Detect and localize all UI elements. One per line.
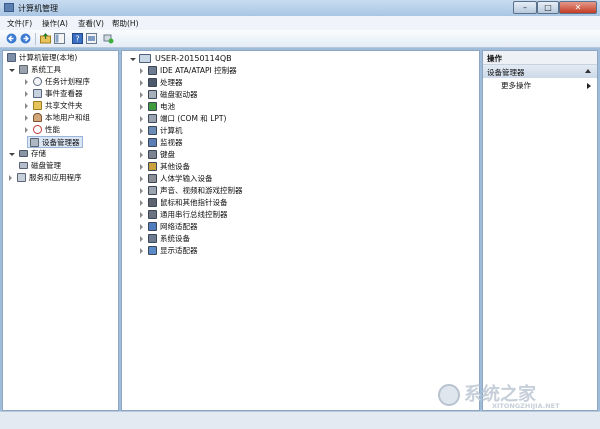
collapse-triangle-icon[interactable]: [9, 69, 15, 72]
expand-triangle-icon[interactable]: [25, 103, 28, 109]
properties-icon[interactable]: [86, 33, 97, 44]
actions-section-device-manager[interactable]: 设备管理器: [483, 65, 597, 78]
storage-icon: [19, 150, 28, 157]
refresh-icon[interactable]: [103, 33, 114, 44]
window-title: 计算机管理: [18, 4, 58, 13]
expand-triangle-icon[interactable]: [140, 116, 143, 122]
computer-management-window: 计算机管理 – □ ✕ 文件(F) 操作(A) 查看(V) 帮助(H) ? 计算…: [0, 0, 600, 429]
menu-help[interactable]: 帮助(H): [112, 18, 139, 29]
keyboard-icon: [148, 150, 157, 159]
expand-triangle-icon[interactable]: [140, 68, 143, 74]
expand-triangle-icon[interactable]: [140, 140, 143, 146]
minimize-button[interactable]: –: [513, 1, 537, 14]
menu-bar: 文件(F) 操作(A) 查看(V) 帮助(H): [0, 16, 600, 30]
more-actions-item[interactable]: 更多操作: [501, 80, 591, 92]
expand-triangle-icon[interactable]: [25, 91, 28, 97]
expand-triangle-icon[interactable]: [140, 236, 143, 242]
expand-triangle-icon[interactable]: [25, 79, 28, 85]
menu-action[interactable]: 操作(A): [42, 18, 68, 29]
menu-file[interactable]: 文件(F): [7, 18, 32, 29]
performance-icon: [33, 125, 42, 134]
expand-triangle-icon[interactable]: [25, 115, 28, 121]
tools-icon: [19, 65, 28, 74]
expand-triangle-icon[interactable]: [140, 224, 143, 230]
collapse-triangle-icon[interactable]: [130, 58, 136, 61]
close-button[interactable]: ✕: [559, 1, 597, 14]
expand-triangle-icon[interactable]: [140, 248, 143, 254]
event-viewer-icon: [33, 89, 42, 98]
submenu-arrow-icon: [587, 83, 591, 89]
port-icon: [148, 114, 157, 123]
network-adapter-icon: [148, 222, 157, 231]
system-devices-icon: [148, 234, 157, 243]
watermark-logo-icon: [438, 384, 460, 406]
toolbar-separator: [35, 33, 36, 45]
navigation-tree-panel: 计算机管理(本地) 系统工具 任务计划程序 事件查看器 共享文件夹 本地用户和组: [2, 50, 119, 411]
menu-view[interactable]: 查看(V): [78, 18, 104, 29]
computer-management-icon: [7, 53, 16, 62]
back-arrow-icon[interactable]: [6, 33, 17, 44]
ide-controller-icon: [148, 66, 157, 75]
expand-triangle-icon[interactable]: [140, 104, 143, 110]
collapse-up-icon[interactable]: [585, 69, 591, 73]
actions-panel: 操作 设备管理器 更多操作: [482, 50, 598, 411]
processor-icon: [148, 78, 157, 87]
display-adapter-icon: [148, 246, 157, 255]
battery-icon: [148, 102, 157, 111]
expand-triangle-icon[interactable]: [140, 128, 143, 134]
help-icon[interactable]: ?: [72, 33, 83, 44]
shared-folder-icon: [33, 101, 42, 110]
computer-icon: [139, 54, 151, 63]
expand-triangle-icon[interactable]: [140, 80, 143, 86]
usb-icon: [148, 210, 157, 219]
up-folder-icon[interactable]: [40, 33, 51, 44]
expand-triangle-icon[interactable]: [140, 92, 143, 98]
device-manager-icon: [30, 138, 39, 147]
tree-item-device-manager[interactable]: 设备管理器: [27, 136, 83, 148]
show-tree-icon[interactable]: [54, 33, 65, 44]
hid-icon: [148, 174, 157, 183]
expand-triangle-icon[interactable]: [140, 212, 143, 218]
title-bar[interactable]: 计算机管理 – □ ✕: [0, 0, 600, 16]
mouse-icon: [148, 198, 157, 207]
toolbar: ?: [0, 30, 600, 48]
expand-triangle-icon[interactable]: [140, 200, 143, 206]
computer-icon: [148, 126, 157, 135]
disk-drive-icon: [148, 90, 157, 99]
maximize-button[interactable]: □: [537, 1, 559, 14]
collapse-triangle-icon[interactable]: [9, 153, 15, 156]
watermark-url: XITONGZHIJIA.NET: [492, 402, 560, 410]
status-bar: [0, 411, 600, 429]
expand-triangle-icon[interactable]: [140, 152, 143, 158]
actions-header: 操作: [483, 51, 597, 65]
clock-icon: [33, 77, 42, 86]
sound-icon: [148, 186, 157, 195]
disk-management-icon: [19, 162, 28, 169]
users-icon: [33, 113, 42, 122]
expand-triangle-icon[interactable]: [25, 127, 28, 133]
forward-arrow-icon[interactable]: [20, 33, 31, 44]
monitor-icon: [148, 138, 157, 147]
expand-triangle-icon[interactable]: [140, 164, 143, 170]
expand-triangle-icon[interactable]: [140, 188, 143, 194]
expand-triangle-icon[interactable]: [140, 176, 143, 182]
svg-text:?: ?: [75, 35, 79, 44]
services-icon: [17, 173, 26, 182]
expand-triangle-icon[interactable]: [9, 175, 12, 181]
device-tree-panel: USER-20150114QB IDE ATA/ATAPI 控制器 处理器 磁盘驱动…: [121, 50, 480, 411]
computer-management-icon: [4, 3, 14, 12]
other-devices-icon: [148, 162, 157, 171]
